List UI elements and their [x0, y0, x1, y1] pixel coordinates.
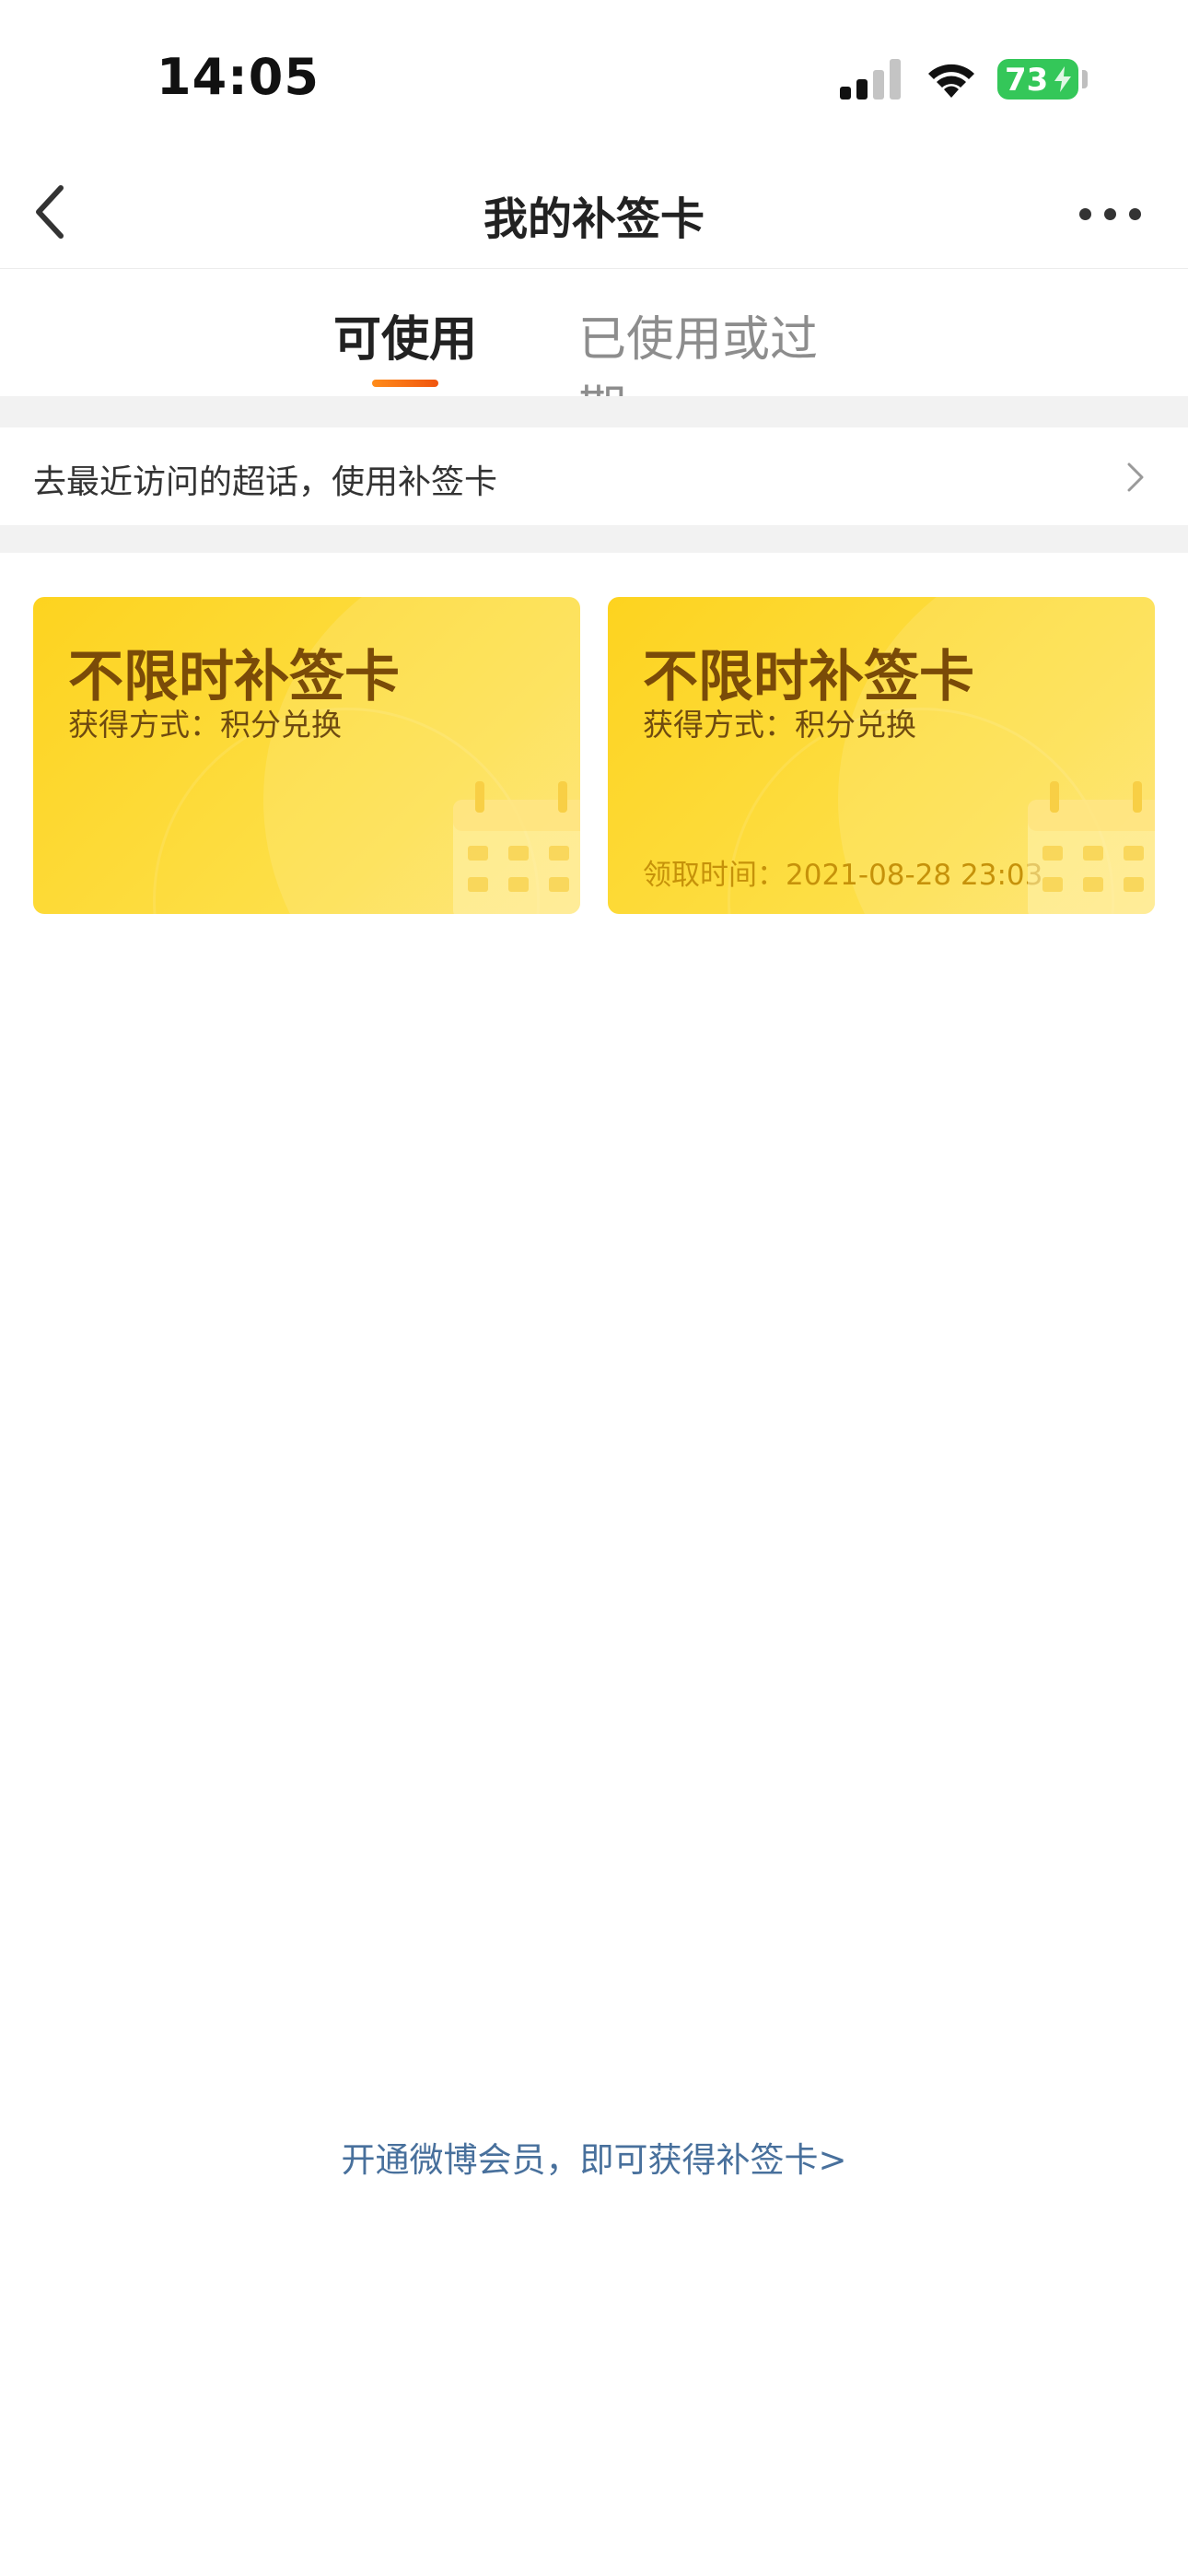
charging-bolt-icon: [1054, 66, 1071, 92]
calendar-icon: [453, 781, 580, 914]
recent-topic-shortcut[interactable]: 去最近访问的超话，使用补签卡: [0, 427, 1188, 525]
vip-membership-link[interactable]: 开通微博会员，即可获得补签卡>: [0, 2132, 1188, 2182]
calendar-icon: [1028, 781, 1155, 914]
section-divider: [0, 396, 1188, 427]
card-method: 获得方式：积分兑换: [643, 707, 916, 743]
makeup-card[interactable]: 不限时补签卡 获得方式：积分兑换: [33, 597, 580, 914]
card-time: 领取时间：2021-08-28 23:03: [643, 859, 1043, 892]
makeup-card[interactable]: 不限时补签卡 获得方式：积分兑换 领取时间：2021-08-28 23:03: [608, 597, 1155, 914]
page-title: 我的补签卡: [483, 193, 705, 245]
chevron-right-icon: [1127, 463, 1144, 492]
battery-level: 73: [1005, 62, 1049, 99]
status-time: 14:05: [157, 48, 320, 106]
battery-cap: [1082, 70, 1088, 88]
cellular-signal-icon: [840, 59, 906, 100]
card-method: 获得方式：积分兑换: [68, 707, 342, 743]
wifi-icon: [928, 64, 974, 98]
shortcut-label: 去最近访问的超话，使用补签卡: [33, 463, 498, 501]
active-tab-indicator: [372, 380, 438, 387]
tab-available[interactable]: 可使用: [332, 300, 479, 369]
more-options-icon[interactable]: [1079, 193, 1149, 230]
section-divider: [0, 525, 1188, 553]
status-bar: 14:05 73: [0, 0, 1188, 157]
nav-bar: 我的补签卡: [0, 157, 1188, 269]
tab-bar: 可使用 已使用或过期: [0, 269, 1188, 437]
battery-icon: 73: [997, 59, 1078, 100]
